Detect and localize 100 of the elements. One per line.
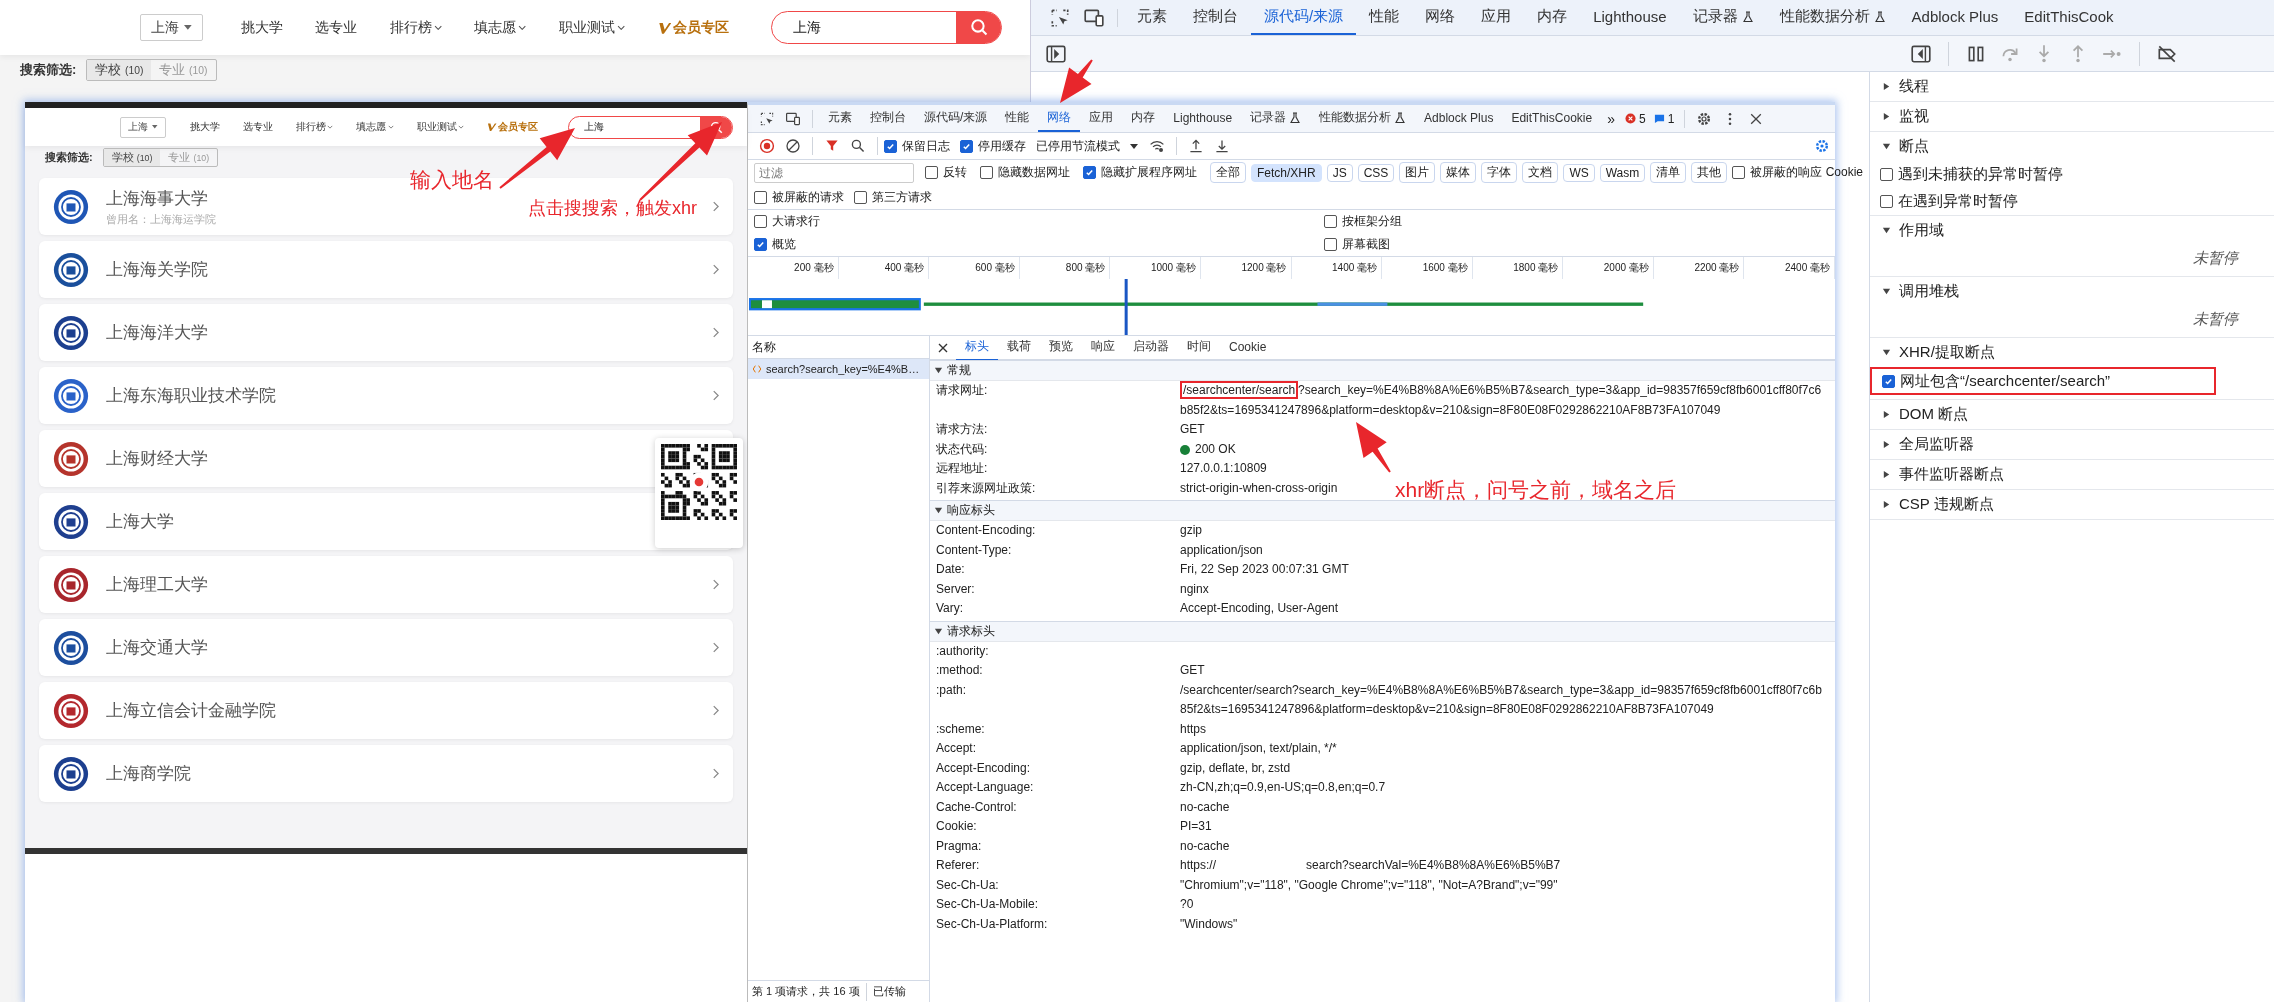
university-card[interactable]: 上海海关学院 — [39, 241, 733, 298]
nav-link[interactable]: 职业测试 — [416, 120, 464, 134]
throttling-select[interactable]: 已停用节流模式 — [1036, 137, 1138, 155]
network-conditions-icon[interactable] — [1149, 138, 1165, 154]
message-count[interactable]: 1 — [1653, 111, 1675, 126]
devtools-tab[interactable]: 控制台 — [1180, 0, 1251, 35]
checkbox[interactable] — [1732, 166, 1746, 179]
type-filter-chip[interactable]: 全部 — [1210, 162, 1246, 183]
devtools-tab[interactable]: 性能数据分析 — [1310, 105, 1416, 132]
type-filter-chip[interactable]: 媒体 — [1440, 162, 1477, 183]
checkbox[interactable] — [980, 166, 993, 179]
checkbox[interactable] — [1880, 195, 1893, 208]
details-tab[interactable]: 预览 — [1040, 334, 1082, 361]
expand-triangle-icon[interactable] — [1882, 410, 1891, 419]
university-card[interactable]: 上海商学院 — [39, 745, 733, 802]
expand-triangle-icon[interactable] — [1882, 82, 1891, 91]
devtools-tab[interactable]: 元素 — [819, 105, 861, 132]
checkbox[interactable] — [1882, 374, 1895, 388]
collapse-triangle-icon[interactable] — [1882, 287, 1891, 296]
devtools-tab[interactable]: 内存 — [1524, 0, 1581, 35]
checkbox[interactable] — [1083, 166, 1096, 179]
checkbox[interactable] — [1880, 168, 1893, 181]
vip-link[interactable]: 会员专区 — [657, 18, 729, 37]
expand-triangle-icon[interactable] — [1882, 470, 1891, 479]
filter-chip[interactable]: 学校 (10) — [87, 60, 152, 80]
nav-link[interactable]: 挑大学 — [241, 18, 284, 37]
city-select[interactable]: 上海 — [120, 116, 166, 138]
type-filter-chip[interactable]: JS — [1326, 163, 1353, 182]
devtools-tab[interactable]: Adblock Plus — [1415, 105, 1503, 132]
devtools-tab[interactable]: 内存 — [1122, 105, 1165, 132]
devtools-tab[interactable]: 应用 — [1468, 0, 1525, 35]
university-card[interactable]: 上海海洋大学 — [39, 304, 733, 361]
checkbox[interactable] — [854, 190, 867, 204]
type-filter-chip[interactable]: 文档 — [1522, 162, 1559, 183]
devtools-tab[interactable]: 性能 — [996, 105, 1039, 132]
clear-icon[interactable] — [785, 138, 801, 154]
error-count[interactable]: 5 — [1624, 111, 1646, 126]
university-card[interactable]: 上海东海职业技术学院 — [39, 367, 733, 424]
devtools-tab[interactable]: 网络 — [1412, 0, 1469, 35]
type-filter-chip[interactable]: 清单 — [1650, 162, 1687, 183]
collapse-triangle-icon[interactable] — [934, 366, 943, 375]
details-tab[interactable]: 时间 — [1178, 334, 1220, 361]
type-filter-chip[interactable]: 其他 — [1691, 162, 1728, 183]
settings-icon[interactable] — [1814, 138, 1830, 154]
type-filter-chip[interactable]: Fetch/XHR — [1251, 163, 1322, 182]
type-filter-chip[interactable]: CSS — [1357, 163, 1395, 182]
details-tab[interactable]: Cookie — [1220, 334, 1276, 361]
settings-icon[interactable] — [1696, 110, 1713, 127]
devtools-tab[interactable]: Adblock Plus — [1898, 0, 2012, 35]
collapse-triangle-icon[interactable] — [1882, 226, 1891, 235]
nav-link[interactable]: 填志愿 — [356, 120, 394, 134]
devtools-tab[interactable]: EditThisCookie — [1502, 105, 1602, 132]
university-card[interactable]: 上海理工大学 — [39, 556, 733, 613]
nav-link[interactable]: 选专业 — [242, 120, 273, 134]
nav-link[interactable]: 排行榜 — [295, 120, 333, 134]
download-icon[interactable] — [1214, 138, 1230, 154]
devtools-tab[interactable]: 控制台 — [861, 105, 915, 132]
devtools-tab[interactable]: 记录器 — [1679, 0, 1767, 35]
expand-triangle-icon[interactable] — [1882, 440, 1891, 449]
university-card[interactable]: 上海财经大学 — [39, 430, 733, 487]
nav-link[interactable]: 挑大学 — [189, 120, 220, 134]
device-toolbar-icon[interactable] — [1083, 6, 1105, 29]
device-toolbar-icon[interactable] — [785, 110, 801, 127]
devtools-tab[interactable]: 应用 — [1080, 105, 1123, 132]
collapse-triangle-icon[interactable] — [1882, 348, 1891, 357]
checkbox[interactable] — [960, 139, 973, 153]
details-tab[interactable]: 启动器 — [1124, 334, 1178, 361]
devtools-tab[interactable]: 性能 — [1356, 0, 1413, 35]
nav-link[interactable]: 选专业 — [315, 18, 358, 37]
devtools-tab[interactable]: 记录器 — [1241, 105, 1311, 132]
search-icon[interactable] — [850, 138, 866, 154]
type-filter-chip[interactable]: 图片 — [1399, 162, 1436, 183]
type-filter-chip[interactable]: 字体 — [1481, 162, 1518, 183]
nav-link[interactable]: 填志愿 — [474, 18, 527, 37]
filter-chip[interactable]: 学校 (10) — [103, 149, 161, 166]
devtools-tab[interactable]: EditThisCook — [2011, 0, 2127, 35]
collapse-triangle-icon[interactable] — [934, 626, 943, 636]
devtools-tab[interactable]: Lighthouse — [1164, 105, 1242, 132]
request-row[interactable]: search?search_key=%E4%B… — [748, 359, 929, 379]
inspect-element-icon[interactable] — [1049, 6, 1071, 29]
university-card[interactable]: 上海立信会计金融学院 — [39, 682, 733, 739]
university-card[interactable]: 上海交通大学 — [39, 619, 733, 676]
checkbox[interactable] — [1324, 215, 1337, 228]
type-filter-chip[interactable]: Wasm — [1599, 163, 1646, 182]
filter-field[interactable]: 过滤 — [754, 162, 914, 183]
record-icon[interactable] — [759, 138, 775, 154]
devtools-tab[interactable]: 网络 — [1038, 105, 1081, 132]
checkbox[interactable] — [925, 166, 938, 179]
checkbox[interactable] — [884, 139, 897, 153]
inspect-element-icon[interactable] — [759, 110, 775, 127]
type-filter-chip[interactable]: WS — [1563, 163, 1595, 182]
details-tab[interactable]: 载荷 — [998, 334, 1040, 361]
more-tabs-button[interactable]: » — [1607, 110, 1615, 127]
checkbox[interactable] — [754, 215, 767, 228]
city-select[interactable]: 上海 — [140, 14, 203, 41]
upload-icon[interactable] — [1188, 138, 1204, 154]
navigator-toggle-icon[interactable] — [1045, 42, 1067, 65]
collapse-triangle-icon[interactable] — [1882, 142, 1891, 151]
checkbox[interactable] — [1324, 238, 1337, 251]
checkbox[interactable] — [754, 238, 767, 251]
